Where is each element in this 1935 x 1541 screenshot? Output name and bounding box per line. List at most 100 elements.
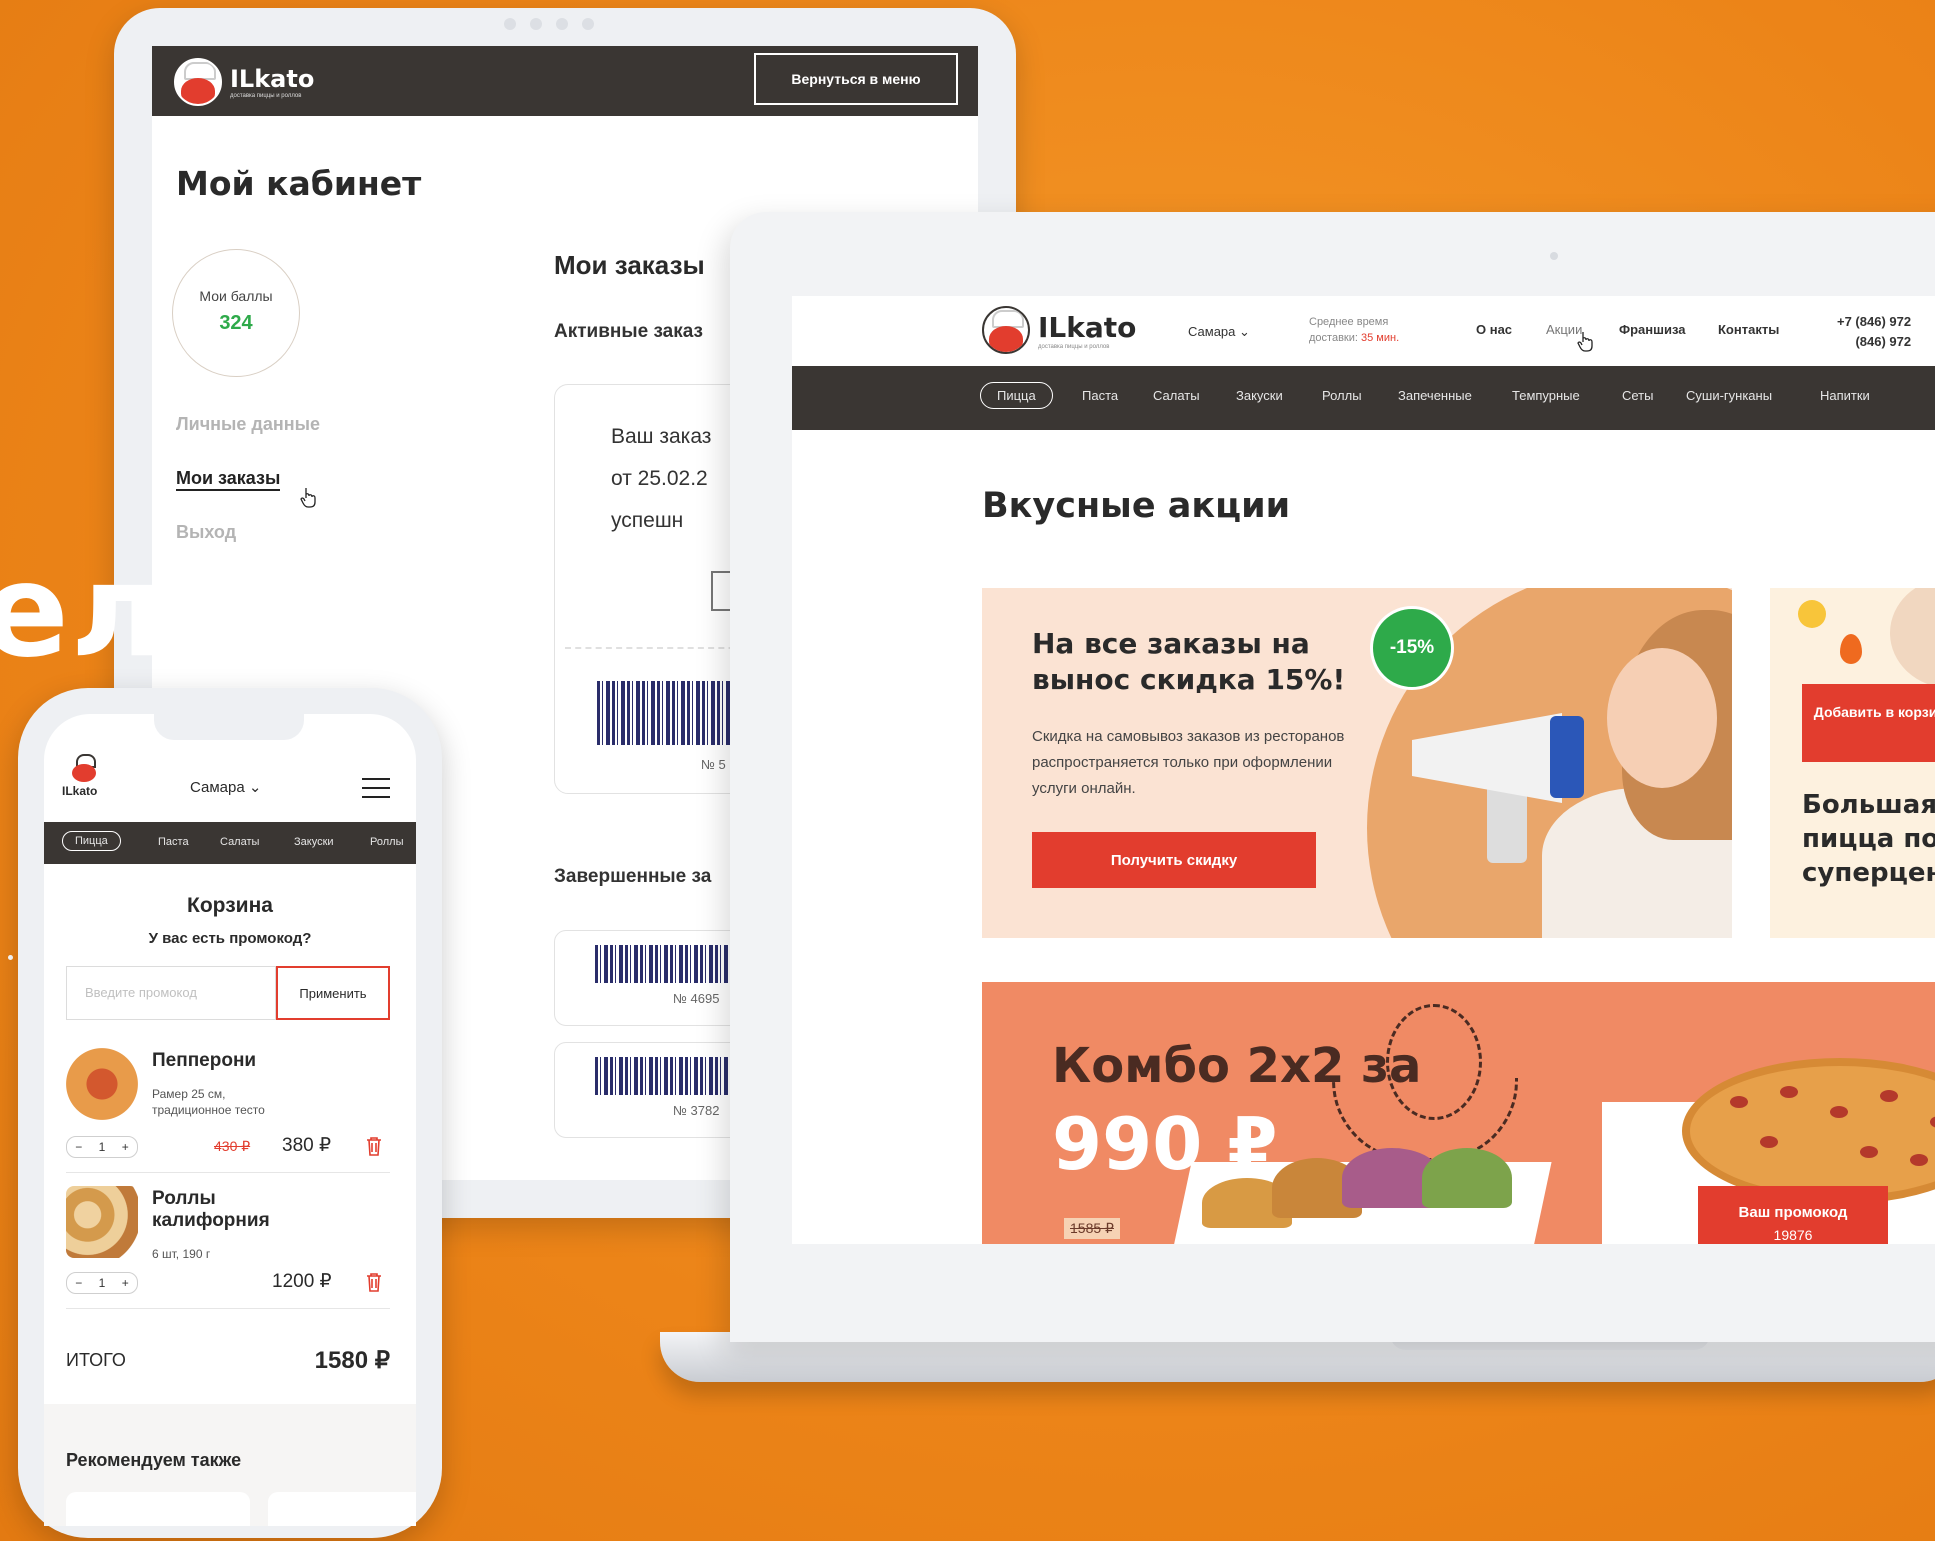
chef-logo-icon — [70, 754, 98, 784]
item-name-line: калифорния — [152, 1210, 270, 1231]
plus-icon[interactable]: + — [122, 1276, 129, 1290]
category-pizza[interactable]: Пицца — [62, 831, 121, 851]
chevron-down-icon: ⌄ — [1239, 324, 1250, 339]
ticket-line-1: Ваш заказ — [611, 425, 712, 448]
pizza-image — [1890, 588, 1935, 688]
get-discount-button[interactable]: Получить скидку — [1032, 832, 1316, 888]
laptop-screen: ILkato доставка пиццы и роллов Самара ⌄ … — [792, 296, 1935, 1244]
category-drinks[interactable]: Напитки — [1820, 388, 1870, 403]
ticket-number: № 3782 — [673, 1103, 720, 1118]
city-label: Самара — [190, 779, 245, 796]
minus-icon[interactable]: − — [75, 1276, 82, 1290]
fire-icon — [1840, 634, 1862, 664]
logo-text: ILkato — [230, 65, 315, 93]
nav-personal-data[interactable]: Личные данные — [176, 414, 320, 435]
promo-card-discount[interactable]: -15% На все заказы на вынос скидка 15%! … — [982, 588, 1732, 938]
active-order-ticket[interactable]: Ваш заказ от 25.02.2 успешн № 5 — [554, 384, 757, 794]
menu-icon[interactable] — [362, 778, 390, 798]
category-rolls[interactable]: Роллы — [370, 836, 403, 848]
item-name: Роллы калифорния — [152, 1188, 270, 1232]
category-snacks[interactable]: Закуски — [1236, 388, 1283, 403]
nav-my-orders[interactable]: Мои заказы — [176, 468, 281, 491]
divider — [66, 1308, 390, 1309]
phone-logo[interactable]: ILkato — [62, 754, 98, 798]
category-pizza[interactable]: Пицца — [980, 382, 1053, 409]
item-desc: традиционное тесто — [152, 1103, 265, 1117]
promo-code-label: Ваш промокод — [1738, 1204, 1848, 1221]
promo-card-big-pizza[interactable]: Добавить в корзину! Большая пицца по суп… — [1770, 588, 1935, 938]
category-tempura[interactable]: Темпурные — [1512, 388, 1580, 403]
phone-notch — [154, 714, 304, 740]
category-rolls[interactable]: Роллы — [1322, 388, 1362, 403]
category-salads[interactable]: Салаты — [220, 836, 259, 848]
category-salads[interactable]: Салаты — [1153, 388, 1200, 403]
category-baked[interactable]: Запеченные — [1398, 388, 1472, 403]
promo-title: На все заказы на вынос скидка 15%! — [1032, 627, 1346, 696]
delivery-label: Среднее время — [1309, 316, 1389, 328]
nav-contacts[interactable]: Контакты — [1718, 322, 1779, 337]
promo-code-badge[interactable]: Ваш промокод 19876 — [1698, 1186, 1888, 1244]
category-snacks[interactable]: Закуски — [294, 836, 334, 848]
delivery-time-value: 35 мин. — [1361, 332, 1400, 344]
chef-logo-icon — [982, 306, 1030, 354]
ticket-separator — [565, 647, 755, 649]
city-selector[interactable]: Самара ⌄ — [1188, 324, 1250, 340]
taco-image — [1422, 1148, 1512, 1208]
promo-title: Большая пицца по суперцен — [1802, 788, 1935, 890]
promo-text: Скидка на самовывоз заказов из ресторано… — [1032, 728, 1345, 797]
delivery-time: Среднее время доставки: 35 мин. — [1309, 314, 1399, 346]
site-logo[interactable]: ILkato доставка пиццы и роллов — [982, 306, 1136, 354]
points-circle: Мои баллы 324 — [172, 249, 300, 377]
completed-order-ticket[interactable]: № 4695 — [554, 930, 756, 1026]
tablet-camera — [504, 18, 594, 30]
apply-button[interactable]: Применить — [276, 966, 390, 1020]
recommend-card[interactable] — [268, 1492, 416, 1526]
decor-dot — [8, 955, 13, 960]
category-pasta[interactable]: Паста — [158, 836, 189, 848]
quantity-value: 1 — [98, 1276, 106, 1290]
phone-1: +7 (846) 972 — [1837, 314, 1912, 329]
ticket-number: № 4695 — [673, 991, 720, 1006]
total-value: 1580 ₽ — [314, 1347, 390, 1374]
girl-face — [1607, 648, 1717, 788]
cart-title: Корзина — [187, 894, 273, 917]
promo-title-line: Большая — [1802, 790, 1935, 820]
points-value: 324 — [219, 312, 253, 334]
quantity-stepper[interactable]: − 1 + — [66, 1272, 138, 1294]
total-label: ИТОГО — [66, 1350, 126, 1370]
trash-icon[interactable] — [366, 1136, 382, 1156]
completed-orders-title: Завершенные за — [554, 866, 712, 887]
chef-logo-icon — [174, 58, 222, 106]
quantity-stepper[interactable]: − 1 + — [66, 1136, 138, 1158]
logo-text: ILkato — [1038, 310, 1137, 344]
item-name: Пепперони — [152, 1050, 257, 1071]
category-sets[interactable]: Сеты — [1622, 388, 1653, 403]
tablet-logo[interactable]: ILkato доставка пиццы и роллов — [174, 58, 314, 106]
promo-card-combo[interactable]: Комбо 2х2 за 990 ₽ 1585 ₽ Ваш промокод 1… — [982, 982, 1935, 1244]
promotions-title: Вкусные акции — [982, 486, 1291, 526]
category-sushi[interactable]: Суши-гунканы — [1686, 388, 1772, 403]
minus-icon[interactable]: − — [75, 1140, 82, 1154]
trash-icon[interactable] — [366, 1272, 382, 1292]
back-to-menu-button[interactable]: Вернуться в меню — [754, 53, 958, 105]
quantity-value: 1 — [98, 1140, 106, 1154]
category-nav: Пицца Паста Салаты Закуски Роллы Запечен… — [792, 366, 1935, 430]
pointer-hand-icon — [1577, 332, 1593, 352]
add-to-cart-button[interactable]: Добавить в корзину! — [1802, 684, 1935, 762]
promo-code-input[interactable]: Введите промокод — [66, 966, 276, 1020]
item-old-price: 430 ₽ — [214, 1138, 251, 1154]
plus-icon[interactable]: + — [122, 1140, 129, 1154]
completed-order-ticket[interactable]: № 3782 — [554, 1042, 756, 1138]
nav-about[interactable]: О нас — [1476, 322, 1512, 337]
item-desc: Рамер 25 см, — [152, 1087, 226, 1101]
phone-numbers[interactable]: +7 (846) 972 (846) 972 — [1837, 312, 1911, 352]
city-selector[interactable]: Самара ⌄ — [190, 778, 261, 796]
phone-device: ILkato Самара ⌄ Пицца Паста Салаты Закус… — [18, 688, 442, 1538]
nav-franchise[interactable]: Франшиза — [1619, 322, 1685, 337]
city-label: Самара — [1188, 324, 1236, 339]
category-pasta[interactable]: Паста — [1082, 388, 1118, 403]
promo-question: У вас есть промокод? — [148, 930, 312, 947]
emoji-icon — [1798, 600, 1826, 628]
delivery-label-2: доставки: — [1309, 332, 1358, 344]
recommend-card[interactable] — [66, 1492, 250, 1526]
